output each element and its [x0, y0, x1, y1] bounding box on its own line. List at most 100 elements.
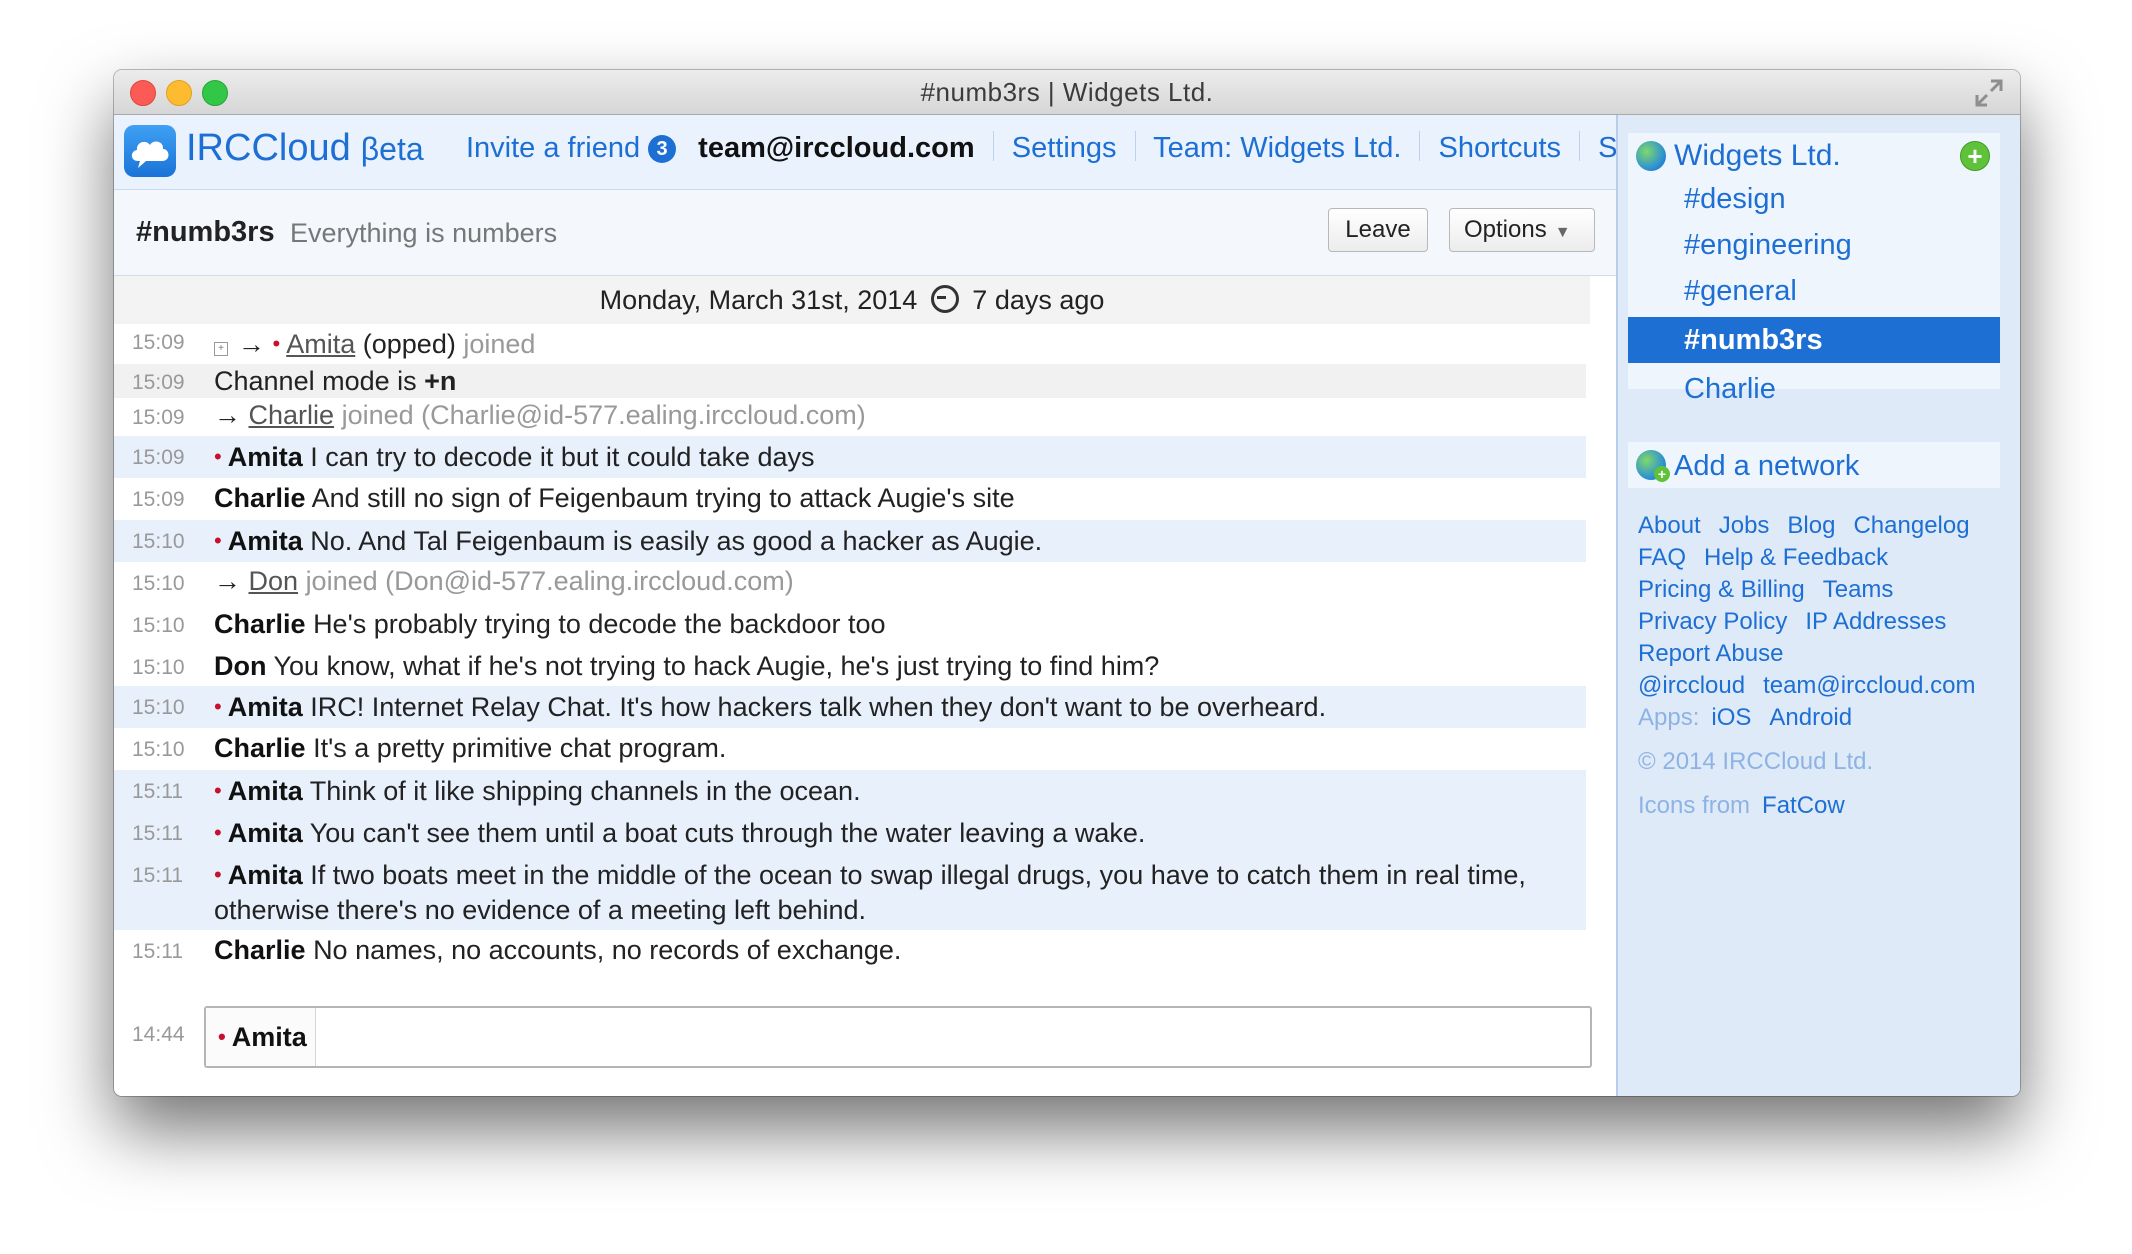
date-label: Monday, March 31st, 2014: [599, 285, 918, 315]
globe-icon: [1636, 141, 1666, 171]
op-indicator-icon: •: [214, 778, 222, 803]
fatcow-link[interactable]: FatCow: [1762, 792, 1845, 819]
message-row: 15:09 → Charlie joined (Charlie@id-577.e…: [114, 398, 1586, 436]
nick[interactable]: Charlie: [214, 935, 306, 965]
nick[interactable]: Amita: [228, 860, 303, 890]
nick[interactable]: Charlie: [214, 483, 306, 513]
twitter-link[interactable]: @irccloud: [1638, 672, 1745, 699]
sidebar-channel-general[interactable]: #general: [1684, 275, 1797, 308]
message-row: 15:10 Charlie It's a pretty primitive ch…: [114, 728, 1586, 770]
fullscreen-icon[interactable]: [1974, 78, 2004, 108]
nick-link[interactable]: Don: [249, 566, 299, 596]
expand-icon[interactable]: +: [214, 342, 228, 356]
window-title: #numb3rs | Widgets Ltd.: [920, 77, 1214, 107]
copyright: © 2014 IRCCloud Ltd.: [1638, 748, 1874, 775]
op-indicator-icon: •: [272, 331, 281, 356]
pricing-billing-link[interactable]: Pricing & Billing: [1638, 576, 1805, 603]
message-text: I can try to decode it but it could take…: [310, 442, 815, 472]
message-buffer[interactable]: Monday, March 31st, 2014 7 days ago 15:0…: [114, 276, 1590, 991]
add-network-row[interactable]: + Add a network: [1628, 442, 2000, 488]
leave-button[interactable]: Leave: [1328, 208, 1428, 252]
message-input-box[interactable]: • Amita: [204, 1006, 1592, 1068]
help-feedback-link[interactable]: Help & Feedback: [1704, 544, 1888, 571]
message-row: 15:09 • Amita I can try to decode it but …: [114, 436, 1586, 478]
timestamp: 15:11: [132, 940, 183, 963]
email-link[interactable]: team@irccloud.com: [1763, 672, 1975, 699]
timestamp: 15:10: [132, 530, 185, 553]
options-button[interactable]: Options ▼: [1449, 208, 1595, 252]
timestamp: 15:09: [132, 446, 185, 469]
message-text: Channel mode is: [214, 366, 425, 396]
date-divider: Monday, March 31st, 2014 7 days ago: [114, 276, 1590, 324]
report-abuse-link[interactable]: Report Abuse: [1638, 640, 1783, 667]
timestamp: 15:10: [132, 572, 185, 595]
message-row: 15:10 • Amita IRC! Internet Relay Chat. I…: [114, 686, 1586, 728]
timestamp: 15:10: [132, 738, 185, 761]
app-window: #numb3rs | Widgets Ltd. IRCCloud βeta Inv…: [114, 70, 2020, 1096]
jobs-link[interactable]: Jobs: [1719, 512, 1770, 539]
op-indicator-icon: •: [214, 444, 222, 469]
nick[interactable]: Amita: [228, 692, 303, 722]
nick[interactable]: Charlie: [214, 609, 306, 639]
invite-friend-link[interactable]: Invite a friend: [466, 132, 640, 164]
android-link[interactable]: Android: [1769, 704, 1852, 731]
join-arrow-icon: →: [214, 400, 241, 430]
message-row: 15:11 • Amita Think of it like shipping c…: [114, 770, 1586, 812]
selected-channel-label: #numb3rs: [1684, 324, 1823, 356]
chevron-down-icon: ▼: [1554, 224, 1571, 241]
own-nick-label: Amita: [231, 1022, 307, 1052]
timestamp: 15:10: [132, 656, 185, 679]
nick[interactable]: Amita: [228, 442, 303, 472]
blog-link[interactable]: Blog: [1787, 512, 1835, 539]
ip-addresses-link[interactable]: IP Addresses: [1805, 608, 1946, 635]
timestamp: 15:09: [132, 331, 185, 354]
ios-link[interactable]: iOS: [1711, 704, 1751, 731]
own-nick: • Amita: [206, 1008, 316, 1066]
team-link[interactable]: Team: Widgets Ltd.: [1153, 132, 1401, 164]
network-row[interactable]: Widgets Ltd. +: [1628, 133, 2000, 177]
nick[interactable]: Don: [214, 651, 266, 681]
nav-divider: [1579, 131, 1581, 161]
op-indicator-icon: •: [218, 1024, 226, 1049]
faq-link[interactable]: FAQ: [1638, 544, 1686, 571]
message-text: No names, no accounts, no records of exc…: [313, 935, 902, 965]
add-network-link[interactable]: Add a network: [1674, 450, 1859, 483]
message-input[interactable]: [326, 1008, 1580, 1066]
timestamp: 15:09: [132, 406, 185, 429]
options-label: Options: [1464, 216, 1547, 243]
network-name[interactable]: Widgets Ltd.: [1674, 139, 1841, 173]
timestamp: 15:09: [132, 488, 185, 511]
irccloud-logo-icon[interactable]: [124, 125, 176, 177]
privacy-policy-link[interactable]: Privacy Policy: [1638, 608, 1787, 635]
sidebar-channel-numb3rs[interactable]: #numb3rs: [1628, 317, 2000, 363]
join-arrow-icon: →: [238, 329, 265, 359]
nav-divider: [1134, 131, 1136, 161]
date-ago: 7 days ago: [972, 285, 1105, 315]
channel-name: #numb3rs: [136, 216, 275, 248]
add-channel-icon[interactable]: +: [1960, 141, 1990, 171]
nick-link[interactable]: Amita: [286, 329, 355, 359]
settings-link[interactable]: Settings: [1012, 132, 1117, 164]
nick[interactable]: Amita: [228, 818, 303, 848]
sidebar-channel-engineering[interactable]: #engineering: [1684, 229, 1852, 262]
network-box: Widgets Ltd. + #design #engineering #gen…: [1628, 133, 2000, 405]
changelog-link[interactable]: Changelog: [1853, 512, 1969, 539]
logo-name: IRCCloud: [186, 127, 351, 169]
sidebar-query-charlie[interactable]: Charlie: [1684, 373, 1776, 406]
teams-link[interactable]: Teams: [1823, 576, 1894, 603]
nick[interactable]: Charlie: [214, 733, 306, 763]
sidebar-channel-design[interactable]: #design: [1684, 183, 1786, 216]
nick[interactable]: Amita: [228, 526, 303, 556]
about-link[interactable]: About: [1638, 512, 1701, 539]
nick-link[interactable]: Charlie: [249, 400, 335, 430]
logo-wordmark[interactable]: IRCCloud βeta: [186, 127, 424, 170]
header-links: Invite a friend 3 team@irccloud.com Setti…: [466, 131, 1705, 165]
join-arrow-icon: →: [214, 566, 241, 596]
message-text: And still no sign of Feigenbaum trying t…: [311, 483, 1015, 513]
timestamp: 15:09: [132, 371, 185, 394]
message-row: 15:09 Channel mode is +n: [114, 364, 1586, 398]
message-text: He's probably trying to decode the backd…: [313, 609, 886, 639]
timestamp: 15:10: [132, 614, 185, 637]
nick[interactable]: Amita: [228, 776, 303, 806]
shortcuts-link[interactable]: Shortcuts: [1439, 132, 1562, 164]
